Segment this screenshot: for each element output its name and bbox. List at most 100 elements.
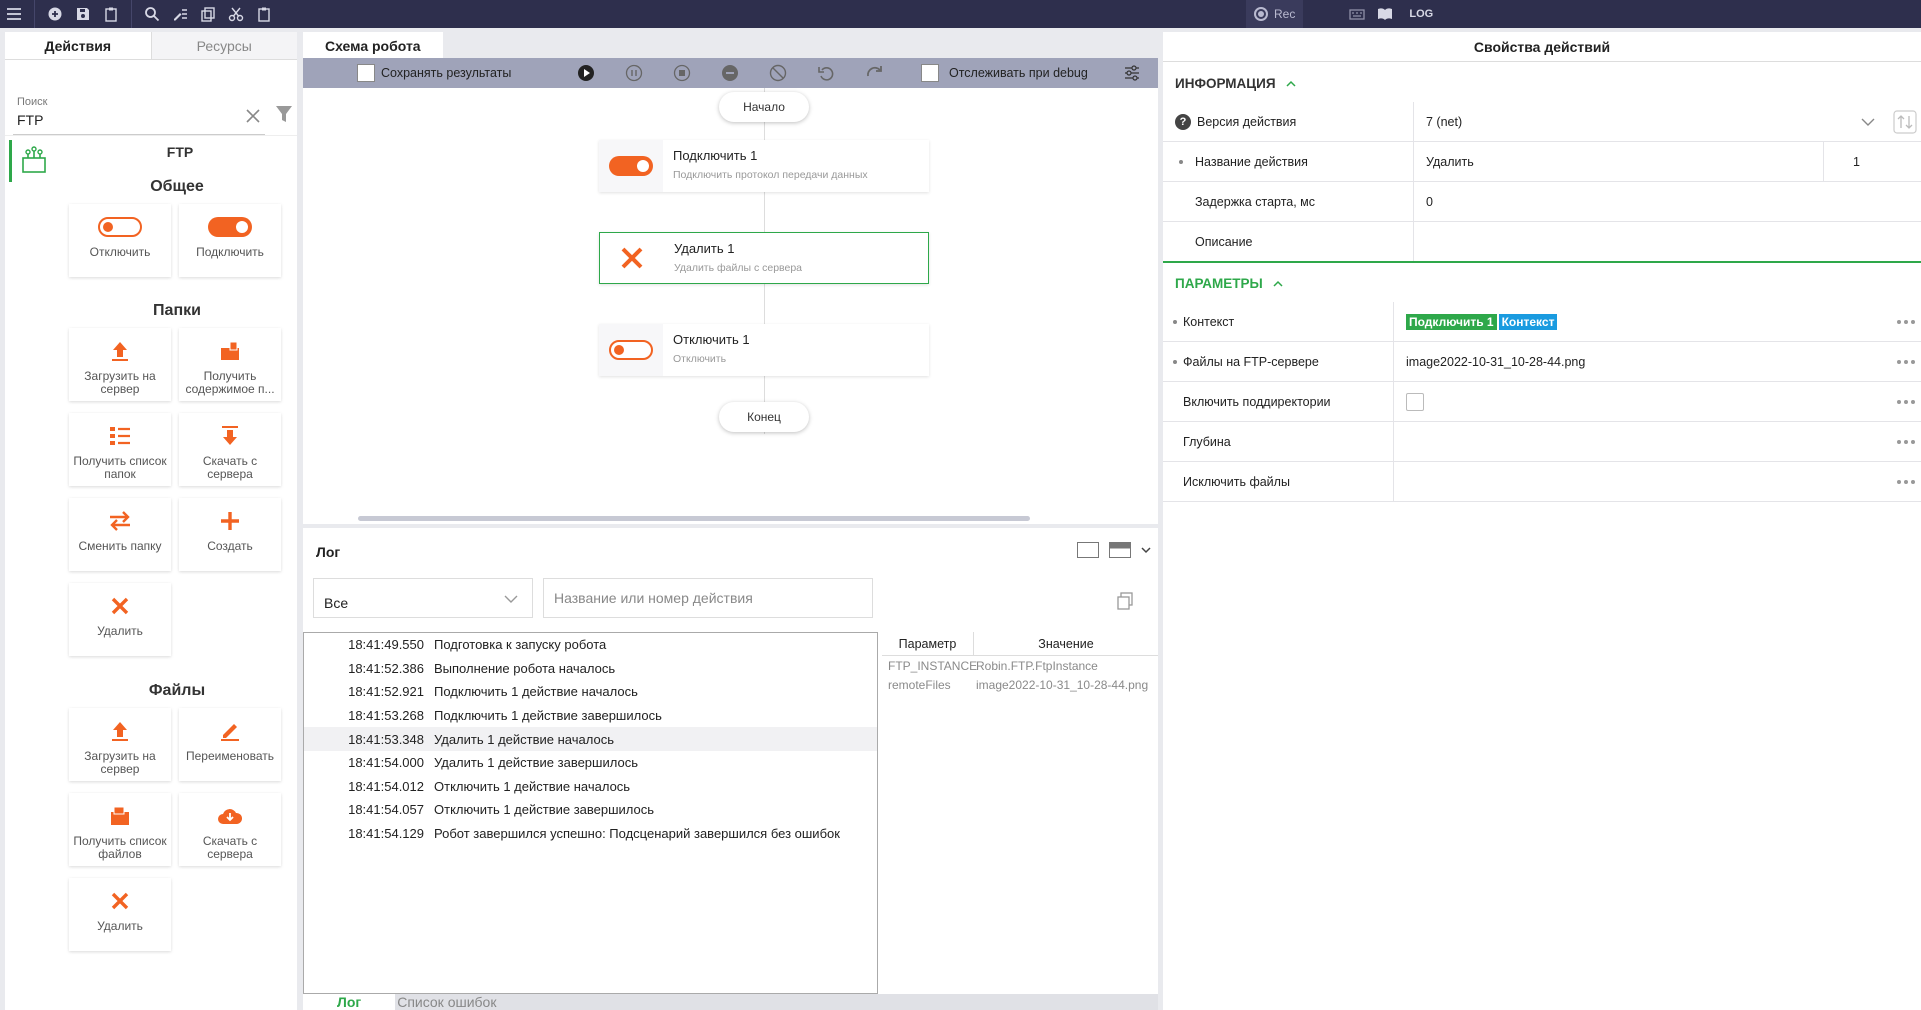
action-name-input[interactable]: Удалить (1413, 142, 1823, 182)
log-button[interactable]: LOG (1409, 8, 1433, 20)
action-label: Загрузить на сервер (84, 750, 156, 776)
action-delete-file[interactable]: Удалить (69, 878, 171, 951)
log-list[interactable]: 18:41:49.550 Подготовка к запуску робота … (303, 632, 878, 994)
tab-resources[interactable]: Ресурсы (152, 32, 298, 59)
params-row[interactable]: remoteFiles image2022-10-31_10-28-44.png (882, 675, 1158, 694)
edit-list-icon[interactable] (166, 0, 194, 28)
more-options-icon[interactable] (1897, 359, 1915, 364)
cut-icon[interactable] (222, 0, 250, 28)
keyboard-icon[interactable] (1343, 0, 1371, 28)
chevron-down-icon[interactable] (1141, 546, 1151, 554)
action-get-folder-content[interactable]: Получить содержимое п... (179, 328, 281, 401)
log-text: Удалить 1 действие завершилось (434, 755, 638, 771)
log-row[interactable]: 18:41:54.012 Отключить 1 действие началос… (304, 775, 877, 799)
params-section-header[interactable]: ПАРАМЕТРЫ (1175, 276, 1283, 291)
paste-icon[interactable] (250, 0, 278, 28)
ftp-category-icon[interactable] (9, 140, 55, 182)
action-create[interactable]: Создать (179, 498, 281, 571)
menu-icon[interactable] (0, 0, 28, 28)
log-row[interactable]: 18:41:54.129 Робот завершился успешно: По… (304, 822, 877, 846)
version-sync-icon[interactable] (1893, 110, 1917, 134)
params-row[interactable]: FTP_INSTANCE Robin.FTP.FtpInstance (882, 656, 1158, 675)
copy-icon[interactable] (194, 0, 222, 28)
action-upload-folder[interactable]: Загрузить на сервер (69, 328, 171, 401)
minus-circle-icon[interactable] (721, 64, 739, 82)
log-row[interactable]: 18:41:49.550 Подготовка к запуску робота (304, 633, 877, 657)
files-input[interactable]: image2022-10-31_10-28-44.png (1393, 342, 1881, 382)
pause-icon[interactable] (625, 64, 643, 82)
action-change-folder[interactable]: Сменить папку (69, 498, 171, 571)
record-label: Rec (1274, 7, 1296, 21)
stop-icon[interactable] (673, 64, 691, 82)
save-icon[interactable] (69, 0, 97, 28)
prop-label: Глубина (1183, 434, 1231, 449)
info-section-header[interactable]: ИНФОРМАЦИЯ (1175, 76, 1296, 91)
action-download-file[interactable]: Скачать с сервера (179, 793, 281, 866)
subdirs-checkbox[interactable] (1406, 393, 1424, 411)
version-select[interactable]: 7 (net) (1413, 102, 1889, 142)
action-disconnect[interactable]: Отключить (69, 204, 171, 277)
play-icon[interactable] (577, 64, 595, 82)
delay-input[interactable]: 0 (1413, 182, 1889, 222)
layout-single-icon[interactable] (1077, 542, 1099, 558)
exclude-input[interactable] (1393, 462, 1881, 502)
record-button[interactable]: Rec (1246, 0, 1304, 28)
node-title: Подключить 1 (673, 148, 758, 163)
action-rename[interactable]: Переименовать (179, 708, 281, 781)
horizontal-scrollbar[interactable] (358, 516, 1030, 521)
flow-node-disconnect[interactable]: Отключить 1 Отключить (599, 324, 929, 376)
action-connect[interactable]: Подключить (179, 204, 281, 277)
filter-icon[interactable] (275, 104, 293, 124)
context-tag-connect[interactable]: Подключить 1 (1406, 314, 1497, 330)
context-input[interactable]: Подключить 1 Контекст (1393, 302, 1881, 342)
more-options-icon[interactable] (1897, 319, 1915, 324)
log-row-selected[interactable]: 18:41:53.348 Удалить 1 действие началось (304, 727, 877, 751)
end-node[interactable]: Конец (719, 402, 809, 432)
tab-robot-scheme[interactable]: Схема робота (303, 32, 443, 58)
description-input[interactable] (1413, 222, 1889, 262)
action-list-folders[interactable]: Получить список папок (69, 413, 171, 486)
tab-actions[interactable]: Действия (5, 32, 152, 59)
start-node[interactable]: Начало (719, 92, 809, 122)
action-index[interactable]: 1 (1823, 142, 1889, 182)
action-delete-folder[interactable]: Удалить (69, 583, 171, 656)
redo-icon[interactable] (865, 64, 883, 82)
undo-icon[interactable] (817, 64, 835, 82)
book-icon[interactable] (1371, 0, 1399, 28)
log-row[interactable]: 18:41:52.386 Выполнение робота началось (304, 657, 877, 681)
properties-panel: Свойства действий ИНФОРМАЦИЯ ? Версия де… (1163, 32, 1921, 1010)
clipboard-icon[interactable] (97, 0, 125, 28)
add-icon[interactable] (41, 0, 69, 28)
log-filter-select[interactable]: Все (313, 578, 533, 618)
track-debug-checkbox[interactable] (921, 64, 939, 82)
disable-icon[interactable] (769, 64, 787, 82)
robot-scheme-canvas[interactable]: Сохранять результаты Отслеживать при deb… (303, 58, 1158, 524)
action-upload-file[interactable]: Загрузить на сервер (69, 708, 171, 781)
clear-icon[interactable] (243, 106, 263, 126)
tab-errors[interactable]: Список ошибок (395, 994, 498, 1010)
more-options-icon[interactable] (1897, 439, 1915, 444)
list-icon (110, 427, 130, 445)
flow-node-delete[interactable]: Удалить 1 Удалить файлы с сервера (599, 232, 929, 284)
flow-node-connect[interactable]: Подключить 1 Подключить протокол передач… (599, 140, 929, 192)
log-search-input[interactable] (543, 578, 873, 618)
search-icon[interactable] (138, 0, 166, 28)
depth-input[interactable] (1393, 422, 1881, 462)
action-download-folder[interactable]: Скачать с сервера (179, 413, 281, 486)
log-row[interactable]: 18:41:54.000 Удалить 1 действие завершило… (304, 751, 877, 775)
layout-split-icon[interactable] (1109, 542, 1131, 558)
settings-sliders-icon[interactable] (1123, 64, 1141, 82)
log-row[interactable]: 18:41:52.921 Подключить 1 действие начало… (304, 680, 877, 704)
help-icon[interactable]: ? (1175, 113, 1191, 130)
log-row[interactable]: 18:41:53.268 Подключить 1 действие заверш… (304, 704, 877, 728)
copy-icon[interactable] (1116, 592, 1134, 610)
log-row[interactable]: 18:41:54.057 Отключить 1 действие заверши… (304, 798, 877, 822)
more-options-icon[interactable] (1897, 479, 1915, 484)
more-options-icon[interactable] (1897, 399, 1915, 404)
action-list-files[interactable]: Получить список файлов (69, 793, 171, 866)
save-results-checkbox[interactable] (357, 64, 375, 82)
search-input[interactable] (17, 112, 247, 128)
context-tag-context[interactable]: Контекст (1498, 314, 1558, 330)
delete-icon (111, 892, 129, 910)
tab-log[interactable]: Лог (303, 994, 396, 1010)
